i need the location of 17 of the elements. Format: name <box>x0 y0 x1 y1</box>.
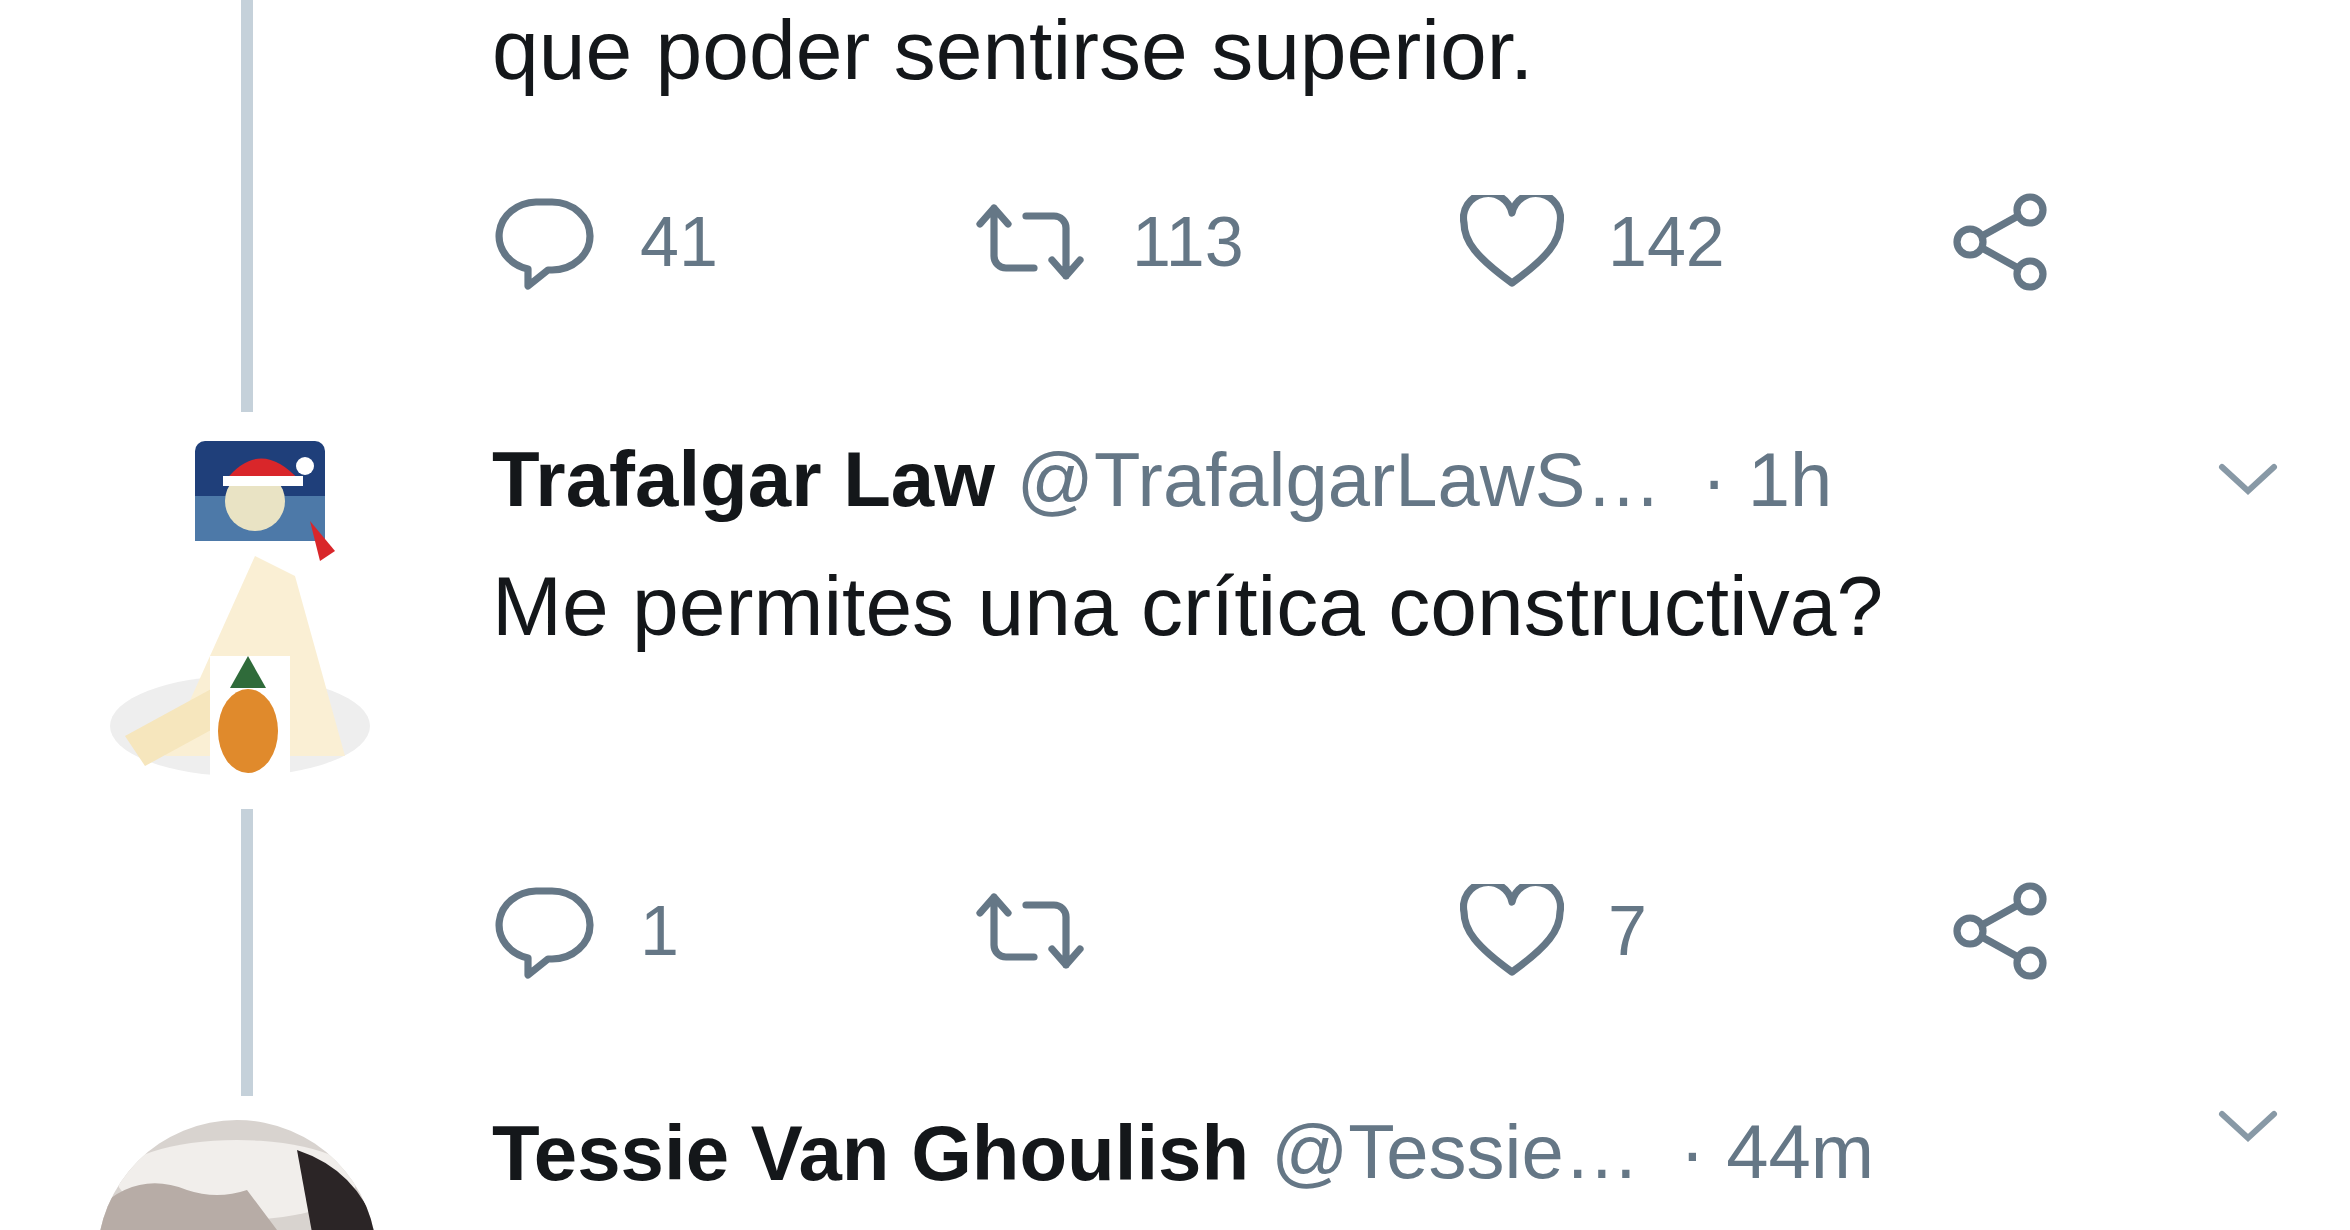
user-handle: @TrafalgarLawS… <box>1016 435 1662 523</box>
user-handle: @Tessie… <box>1271 1108 1640 1195</box>
tweet-text: que poder sentirse superior. <box>492 2 1535 99</box>
heart-icon[interactable] <box>1460 195 1564 289</box>
action-count: 7 <box>1608 896 1647 966</box>
action-count: 142 <box>1608 207 1725 277</box>
tweet-text: Me permites una crítica constructiva? <box>492 558 1885 655</box>
tweet-time: · 1h <box>1701 435 1833 523</box>
tweet-time: · 44m <box>1679 1108 1874 1195</box>
chevron-icon[interactable] <box>2216 461 2280 497</box>
chevron-icon[interactable] <box>2216 1108 2280 1144</box>
user-name: Trafalgar Law <box>492 433 995 525</box>
action-count: 113 <box>1132 207 1244 277</box>
user-name: Tessie Van Ghoulish <box>492 1108 1250 1199</box>
action-count: 41 <box>640 207 718 277</box>
action-count: 1 <box>640 896 679 966</box>
heart-icon[interactable] <box>1460 884 1564 978</box>
